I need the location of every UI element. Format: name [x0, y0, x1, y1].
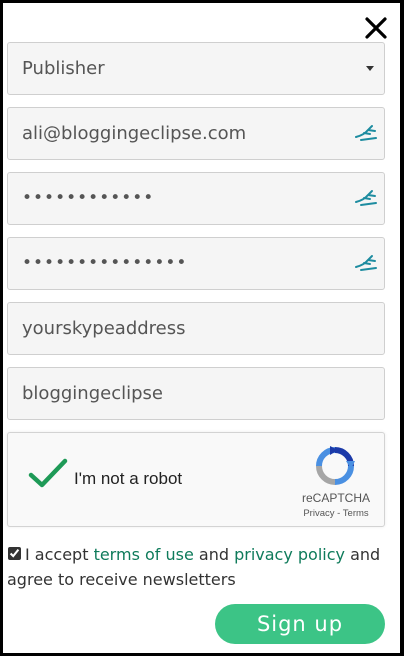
email-value: ali@bloggingeclipse.com [22, 123, 247, 144]
signup-button[interactable]: Sign up [215, 604, 385, 644]
skype-field[interactable]: yourskypeaddress [7, 302, 385, 355]
website-field[interactable]: bloggingeclipse [7, 367, 385, 420]
recaptcha-privacy-link[interactable]: Privacy [303, 508, 334, 519]
website-value: bloggingeclipse [22, 383, 163, 404]
recaptcha-widget: I'm not a robot reCAPTCHA Privacy - Term… [7, 432, 385, 527]
consent-and: and [193, 545, 235, 564]
recaptcha-terms-link[interactable]: Terms [343, 508, 369, 519]
password-field[interactable]: •••••••••••• [7, 172, 385, 225]
terms-of-use-link[interactable]: terms of use [94, 545, 194, 564]
consent-checkbox[interactable] [8, 547, 21, 560]
skype-value: yourskypeaddress [22, 318, 186, 339]
caret-down-icon [366, 66, 374, 71]
account-type-value: Publisher [22, 58, 105, 79]
confirm-password-value: ••••••••••••••• [22, 253, 188, 273]
recaptcha-brand: reCAPTCHA [301, 491, 370, 505]
consent-prefix: I accept [25, 545, 94, 564]
password-manager-key-icon[interactable] [354, 122, 378, 144]
privacy-policy-link[interactable]: privacy policy [234, 545, 345, 564]
recaptcha-logo-icon [316, 446, 355, 485]
password-value: •••••••••••• [22, 188, 155, 208]
consent-text: I accept terms of use and privacy policy… [7, 542, 387, 592]
email-field[interactable]: ali@bloggingeclipse.com [7, 107, 385, 160]
recaptcha-label: I'm not a robot [74, 469, 183, 488]
recaptcha-links: Privacy - Terms [291, 508, 381, 519]
recaptcha-link-separator: - [334, 508, 343, 519]
password-manager-key-icon[interactable] [354, 187, 378, 209]
close-icon[interactable] [363, 15, 389, 41]
checkmark-icon[interactable] [28, 458, 68, 490]
password-manager-key-icon[interactable] [354, 252, 378, 274]
confirm-password-field[interactable]: ••••••••••••••• [7, 237, 385, 290]
account-type-select[interactable]: Publisher [7, 42, 385, 95]
